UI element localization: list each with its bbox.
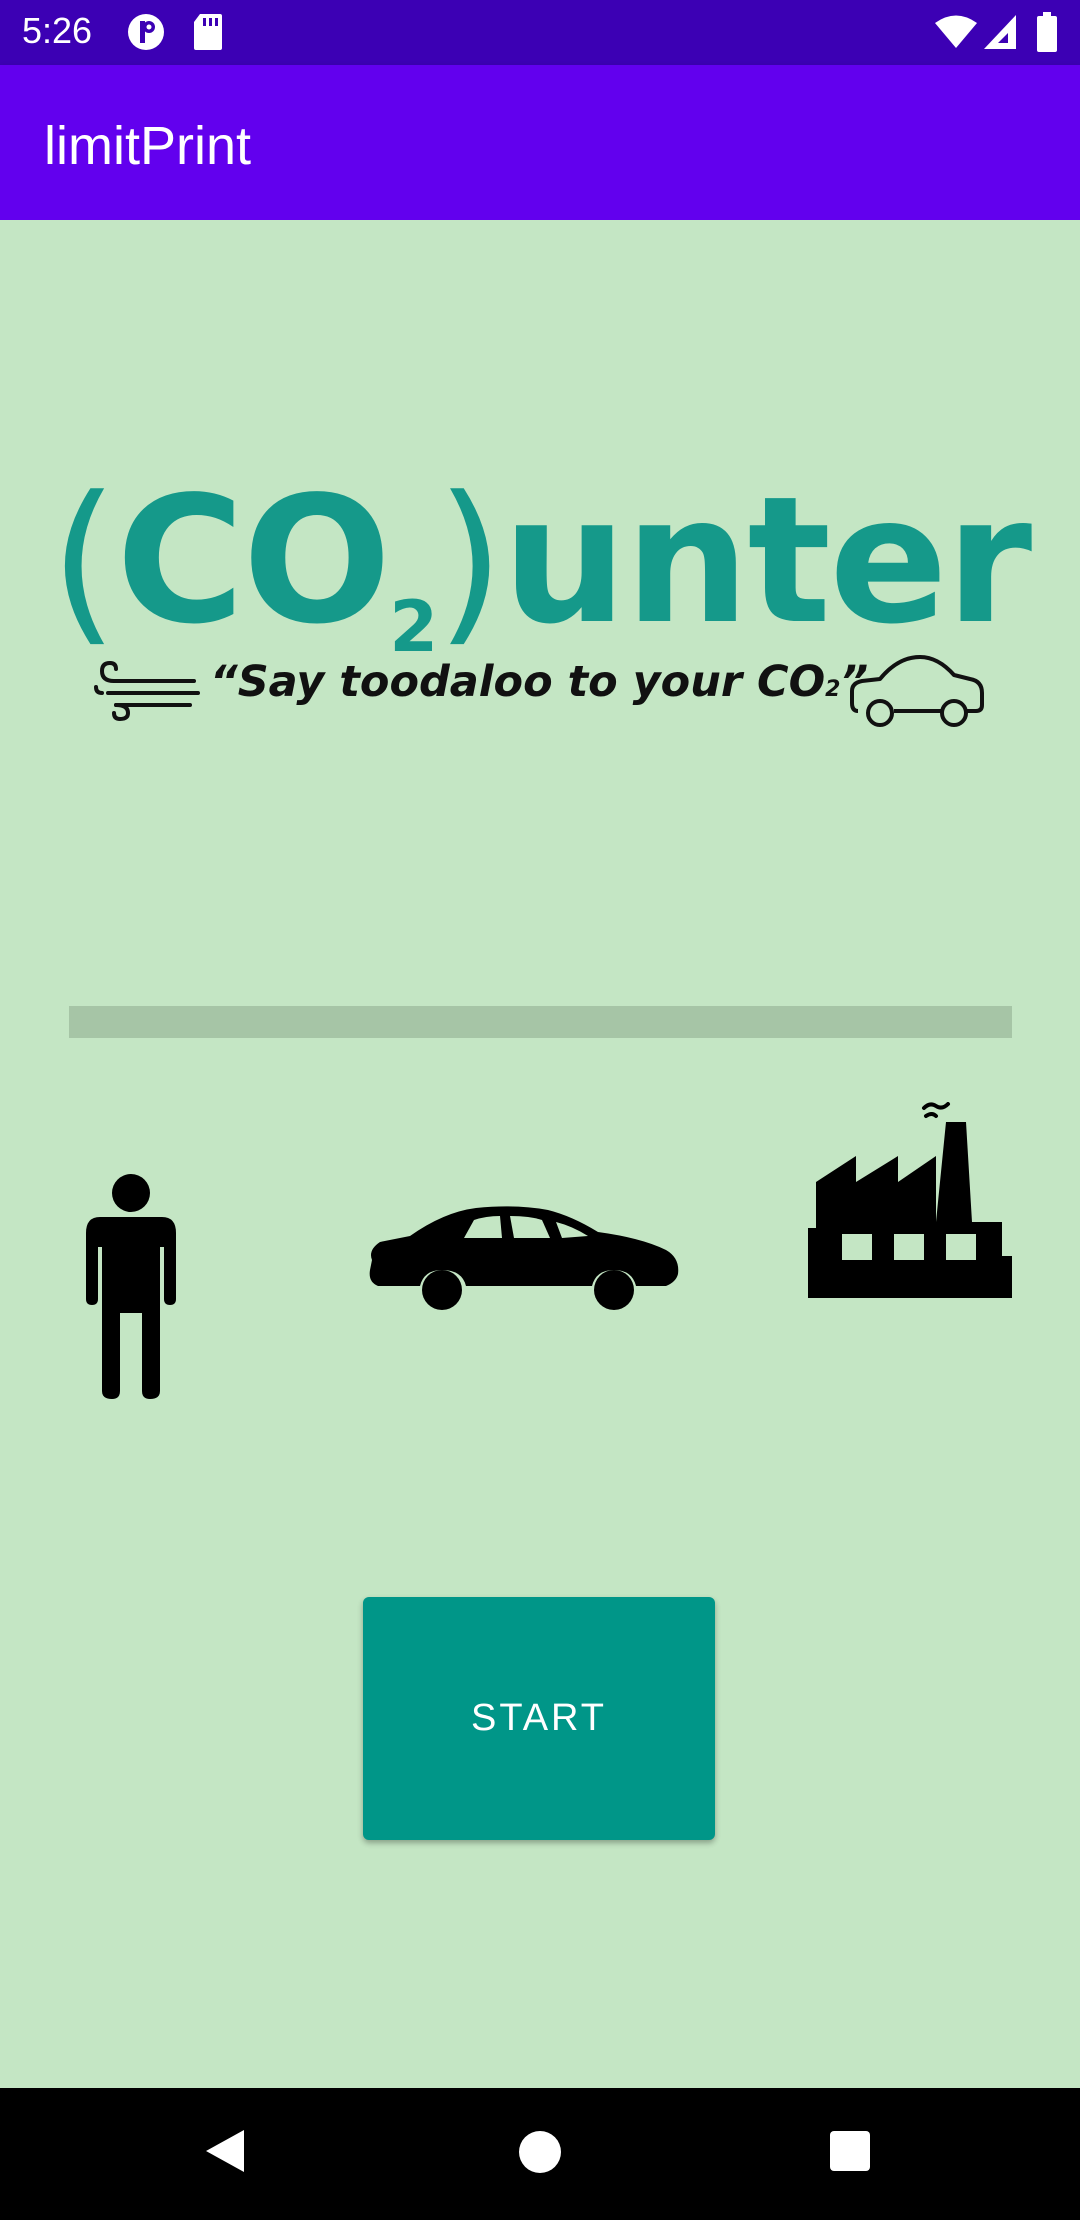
car-icon <box>366 1202 682 1317</box>
wind-icon <box>94 659 200 728</box>
person-icon <box>84 1173 178 1404</box>
slogan-text: “Say toodaloo to your CO2” <box>210 657 868 707</box>
wifi-icon <box>934 14 978 55</box>
start-button[interactable]: START <box>363 1597 715 1840</box>
app-title: limitPrint <box>44 116 252 176</box>
recents-icon[interactable] <box>829 2130 871 2177</box>
app-bar: limitPrint <box>0 65 1080 220</box>
slogan-start: “Say toodaloo to your CO <box>210 657 826 707</box>
cell-signal-icon <box>982 13 1018 56</box>
co2unter-logo: (CO2)unter <box>0 460 1080 668</box>
logo-close-paren: ) <box>436 460 504 663</box>
slogan-subscript: 2 <box>825 677 841 702</box>
status-bar: 5:26 <box>0 0 1080 65</box>
sd-card-icon <box>192 12 224 57</box>
battery-icon <box>1036 12 1058 57</box>
app-notification-icon <box>126 12 166 57</box>
slogan-row: “Say toodaloo to your CO2” <box>90 645 990 735</box>
factory-icon <box>806 1102 1014 1303</box>
logo-co: CO <box>116 460 391 663</box>
progress-bar <box>69 1006 1012 1038</box>
main-content: (CO2)unter “Say toodaloo to your CO2” ST… <box>0 220 1080 2088</box>
navigation-bar <box>0 2088 1080 2220</box>
logo-rest: unter <box>502 460 1032 663</box>
status-time: 5:26 <box>22 10 93 51</box>
back-icon[interactable] <box>204 2128 246 2179</box>
car-outline-icon <box>850 653 986 734</box>
logo-open-paren: ( <box>49 460 118 663</box>
home-icon[interactable] <box>518 2130 562 2179</box>
